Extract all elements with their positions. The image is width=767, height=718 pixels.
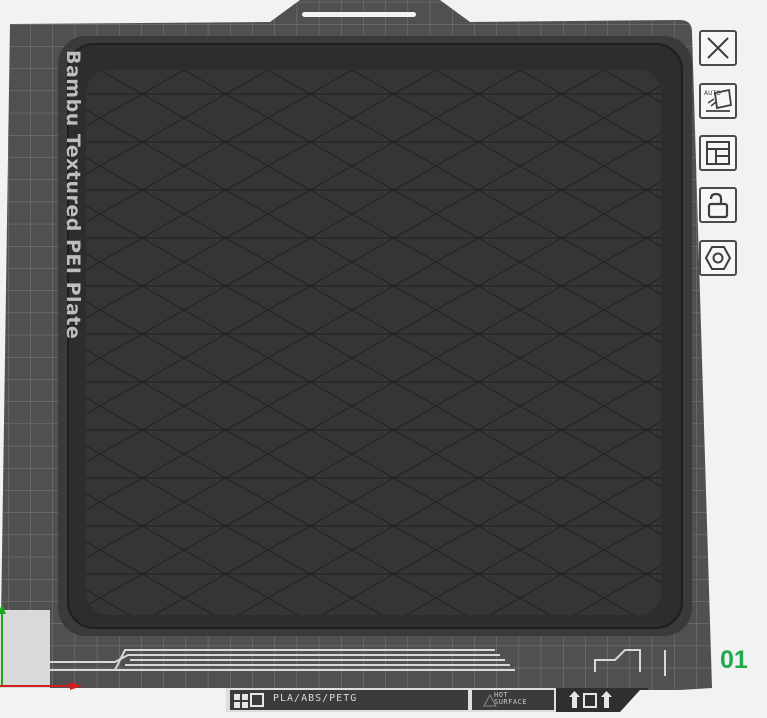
unlock-icon [707, 192, 729, 219]
plate-number[interactable]: 01 [720, 646, 748, 675]
plate-settings-button[interactable] [699, 240, 737, 276]
arrange-icon [706, 141, 730, 165]
lock-plate-button[interactable] [699, 187, 737, 223]
close-plate-button[interactable] [699, 30, 737, 66]
plate-tab-handle [302, 12, 416, 17]
plate-settings-icon [704, 246, 732, 270]
origin-corner [0, 610, 50, 688]
textured-surface-pattern [86, 70, 661, 615]
hot-surface-label: HOT SURFACE [494, 691, 528, 706]
close-icon [707, 37, 729, 59]
filament-types-label: PLA/ABS/PETG [273, 693, 358, 704]
svg-text:AUTO: AUTO [704, 90, 721, 97]
auto-orient-icon: AUTO [704, 88, 733, 112]
build-plate-viewport[interactable] [0, 0, 767, 718]
auto-orient-button[interactable]: AUTO [699, 83, 737, 119]
arrange-button[interactable] [699, 135, 737, 171]
plate-name: Bambu Textured PEI Plate [62, 50, 84, 340]
